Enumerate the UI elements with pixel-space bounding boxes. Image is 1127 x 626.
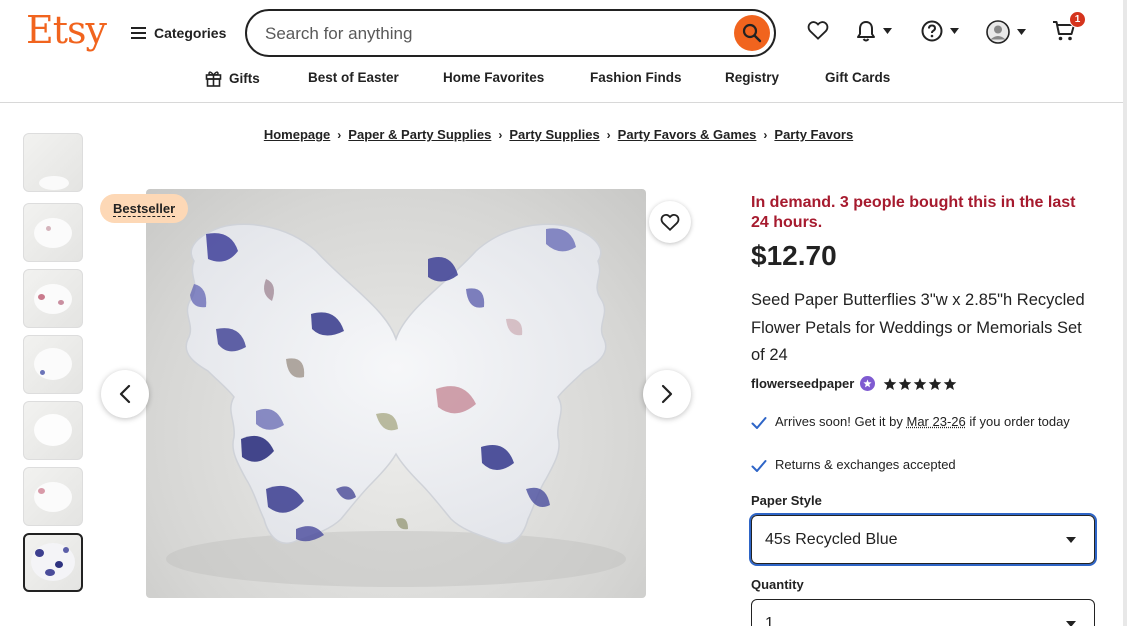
returns-text: Returns & exchanges accepted [775, 457, 956, 472]
delivery-prefix: Arrives soon! Get it by [775, 414, 907, 429]
caret-down-icon [1066, 537, 1076, 543]
nav-item-fashion-finds[interactable]: Fashion Finds [590, 70, 682, 85]
rating-stars[interactable] [883, 377, 957, 391]
delivery-suffix: if you order today [965, 414, 1070, 429]
bell-icon [857, 21, 875, 42]
bestseller-badge[interactable]: Bestseller [100, 194, 189, 223]
star-icon [884, 377, 897, 390]
nav-item-gift-cards[interactable]: Gift Cards [825, 70, 890, 85]
thumbnail[interactable] [23, 467, 83, 526]
delivery-estimate: Arrives soon! Get it by Mar 23-26 if you… [751, 412, 1095, 431]
chevron-down-icon [1017, 29, 1026, 35]
quantity-value: 1 [765, 614, 774, 626]
chevron-right-icon: › [337, 127, 342, 142]
product-price: $12.70 [751, 240, 837, 271]
quantity-label: Quantity [751, 577, 804, 592]
page-scrollbar[interactable] [1123, 0, 1127, 626]
star-icon [899, 377, 912, 390]
categories-button[interactable]: Categories [131, 22, 226, 44]
favorites-button[interactable] [807, 20, 829, 40]
chevron-left-icon [119, 384, 131, 404]
paper-style-select[interactable]: 45s Recycled Blue [751, 515, 1095, 564]
search-input[interactable] [265, 24, 705, 44]
nav-item-home-favorites[interactable]: Home Favorites [443, 70, 544, 85]
checkmark-icon [751, 417, 767, 429]
caret-down-icon [1066, 621, 1076, 626]
product-title: Seed Paper Butterflies 3"w x 2.85"h Recy… [751, 291, 1085, 364]
cart-count-badge: 1 [1069, 11, 1086, 28]
heart-icon [807, 21, 829, 40]
search-icon [742, 23, 762, 43]
add-to-favorites-button[interactable] [649, 201, 691, 243]
heart-icon [660, 213, 680, 231]
previous-image-button[interactable] [101, 370, 149, 418]
help-icon [921, 20, 943, 42]
hamburger-menu-icon [131, 27, 146, 39]
gift-icon [205, 71, 222, 87]
thumbnail[interactable] [23, 401, 83, 460]
star-icon [929, 377, 942, 390]
chevron-right-icon [661, 384, 673, 404]
thumbnail[interactable] [23, 269, 83, 328]
chevron-right-icon: › [498, 127, 503, 142]
nav-item-best-of-easter[interactable]: Best of Easter [308, 70, 399, 85]
help-button[interactable] [921, 20, 959, 42]
account-button[interactable] [986, 20, 1026, 44]
star-icon [944, 377, 957, 390]
breadcrumb-link-party-favors[interactable]: Party Favors [774, 127, 853, 142]
breadcrumb: Homepage › Paper & Party Supplies › Part… [0, 127, 1117, 142]
chevron-down-icon [883, 28, 892, 34]
demand-message: In demand. 3 people bought this in the l… [751, 194, 1076, 231]
breadcrumb-link-homepage[interactable]: Homepage [264, 127, 330, 142]
paper-style-value: 45s Recycled Blue [765, 530, 898, 548]
nav-item-registry[interactable]: Registry [725, 70, 779, 85]
delivery-dates[interactable]: Mar 23-26 [907, 414, 966, 429]
etsy-logo[interactable]: Etsy [26, 8, 107, 52]
seed-paper-butterfly-image [166, 223, 626, 587]
star-icon [914, 377, 927, 390]
thumbnail[interactable] [23, 335, 83, 394]
breadcrumb-link-paper-party-supplies[interactable]: Paper & Party Supplies [348, 127, 491, 142]
product-main-image[interactable] [146, 189, 646, 598]
quantity-select[interactable]: 1 [751, 599, 1095, 626]
notifications-button[interactable] [856, 20, 892, 42]
search-bar [245, 9, 776, 57]
chevron-right-icon: › [763, 127, 768, 142]
checkmark-icon [751, 460, 767, 472]
next-image-button[interactable] [643, 370, 691, 418]
site-header: Etsy Categories 1 Gifts Best of Easter H… [0, 0, 1127, 103]
category-nav: Gifts Best of Easter Home Favorites Fash… [0, 68, 1127, 90]
breadcrumb-link-party-supplies[interactable]: Party Supplies [509, 127, 599, 142]
shop-info: flowerseedpaper [751, 376, 957, 391]
nav-item-gifts[interactable]: Gifts [205, 70, 260, 87]
search-button[interactable] [734, 15, 770, 51]
categories-label: Categories [154, 25, 227, 41]
chevron-down-icon [950, 28, 959, 34]
breadcrumb-link-party-favors-games[interactable]: Party Favors & Games [618, 127, 757, 142]
paper-style-label: Paper Style [751, 493, 822, 508]
chevron-right-icon: › [606, 127, 611, 142]
avatar-icon [986, 20, 1010, 44]
returns-info: Returns & exchanges accepted [751, 455, 1095, 474]
star-seller-icon[interactable] [860, 376, 876, 391]
shop-name-link[interactable]: flowerseedpaper [751, 376, 854, 391]
thumbnail[interactable] [23, 203, 83, 262]
thumbnail-active[interactable] [23, 533, 83, 592]
thumbnail[interactable] [23, 133, 83, 192]
